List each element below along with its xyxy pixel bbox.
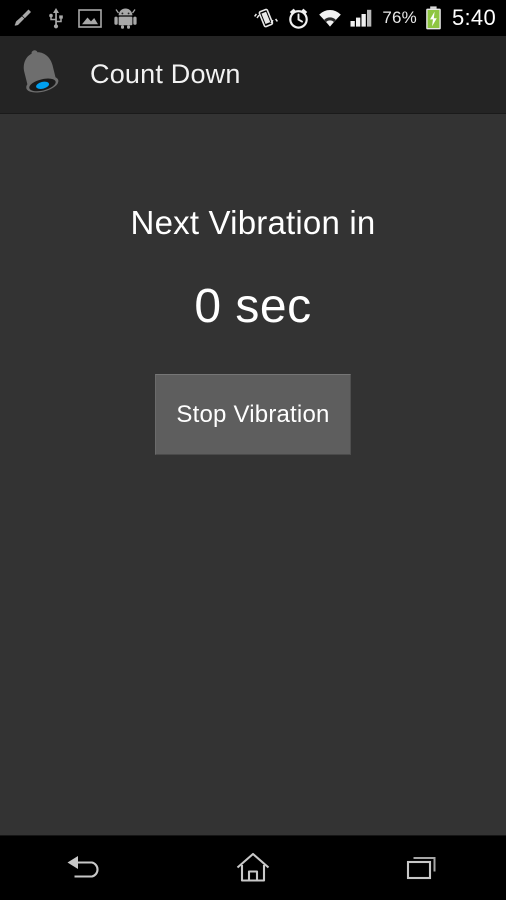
back-icon — [62, 851, 106, 885]
home-icon — [233, 850, 273, 886]
image-icon — [78, 8, 102, 29]
vibrate-mode-icon — [253, 7, 279, 29]
alarm-clock-icon — [287, 7, 310, 30]
countdown-value: 0 sec — [194, 280, 312, 333]
status-bar: 76% 5:40 — [0, 0, 506, 36]
cellular-signal-icon — [350, 8, 374, 28]
stop-vibration-button[interactable]: Stop Vibration — [155, 374, 351, 455]
bell-icon[interactable] — [8, 43, 72, 107]
cleaner-broom-icon — [12, 7, 34, 29]
home-button[interactable] — [169, 836, 338, 900]
main-content: Next Vibration in 0 sec Stop Vibration — [0, 115, 506, 835]
battery-percent-label: 76% — [382, 8, 417, 27]
page-title: Count Down — [90, 59, 241, 89]
android-robot-icon — [114, 7, 137, 29]
action-bar: Count Down — [0, 36, 506, 114]
status-bar-system-icons: 76% 5:40 — [253, 5, 496, 31]
recent-apps-icon — [402, 851, 442, 885]
usb-icon — [46, 7, 66, 29]
recent-apps-button[interactable] — [337, 836, 506, 900]
status-bar-clock: 5:40 — [451, 5, 496, 30]
battery-charging-icon — [425, 6, 442, 30]
status-bar-notification-icons — [12, 7, 137, 29]
wifi-icon — [318, 8, 342, 28]
back-button[interactable] — [0, 836, 169, 900]
navigation-bar — [0, 835, 506, 900]
device-screen: 76% 5:40 Count Down Next Vibration in 0 … — [0, 0, 506, 900]
next-vibration-label: Next Vibration in — [130, 204, 376, 241]
